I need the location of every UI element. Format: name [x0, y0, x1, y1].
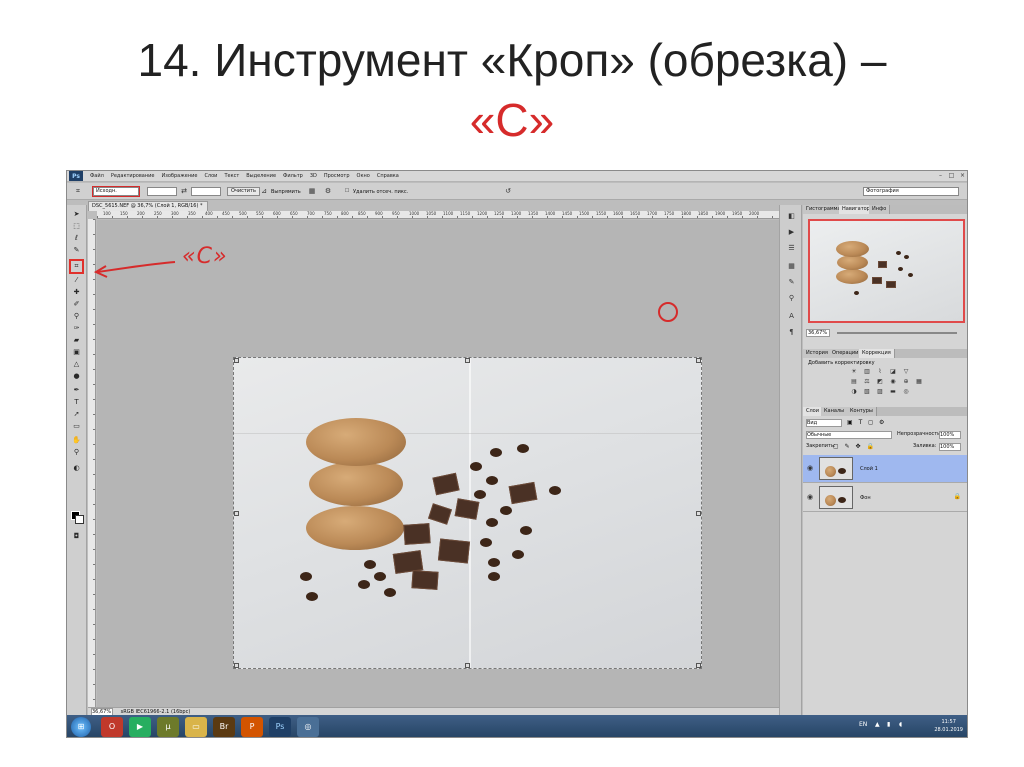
shortcut-annotation: «C» — [182, 244, 228, 269]
annotation-arrow — [97, 261, 176, 273]
crop-corner-highlight — [658, 302, 678, 322]
annotation-overlay — [93, 261, 176, 278]
